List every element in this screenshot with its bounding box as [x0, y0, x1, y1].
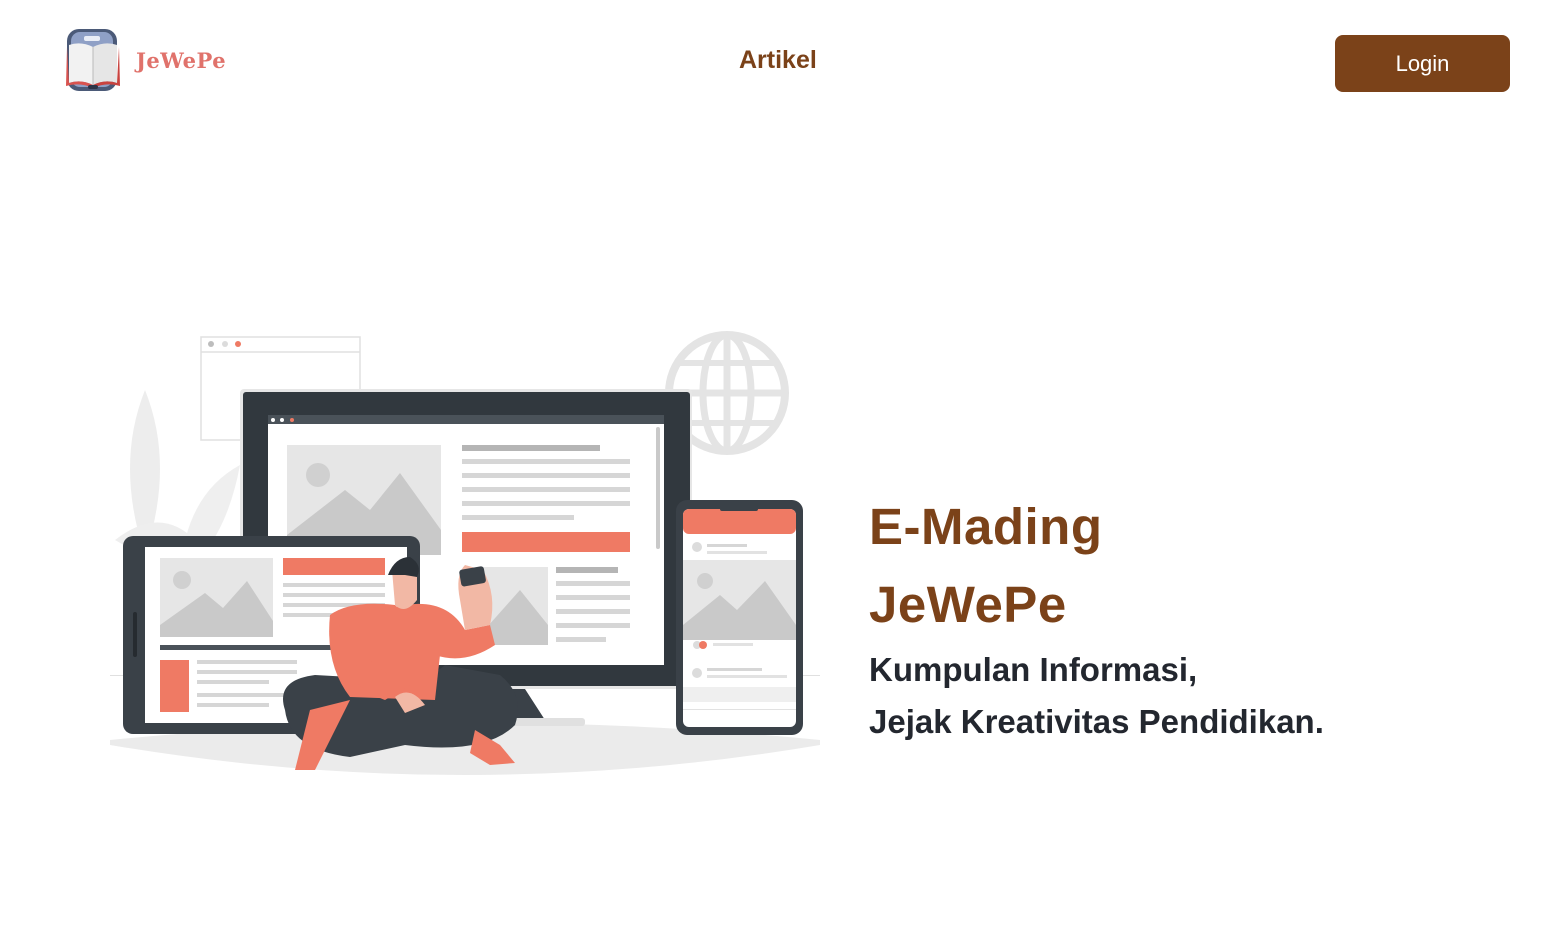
person-with-devices-illustration [110, 331, 820, 775]
navbar: JeWePe Artikel Login [0, 0, 1560, 125]
hero-subtitle-line2: Jejak Kreativitas Pendidikan. [869, 703, 1324, 740]
brand-name: JeWePe [136, 47, 227, 73]
brand-home-link[interactable]: JeWePe [64, 27, 226, 93]
hero-subtitle-line1: Kumpulan Informasi, [869, 651, 1198, 688]
hero-title-line2: JeWePe [869, 576, 1067, 633]
hero-title-line1: E-Mading [869, 498, 1103, 555]
book-logo-icon [66, 29, 120, 91]
hero-section: E-Mading JeWePe Kumpulan Informasi, Jeja… [869, 488, 1509, 748]
login-button[interactable]: Login [1335, 35, 1510, 92]
nav-link-artikel[interactable]: Artikel [739, 46, 817, 75]
